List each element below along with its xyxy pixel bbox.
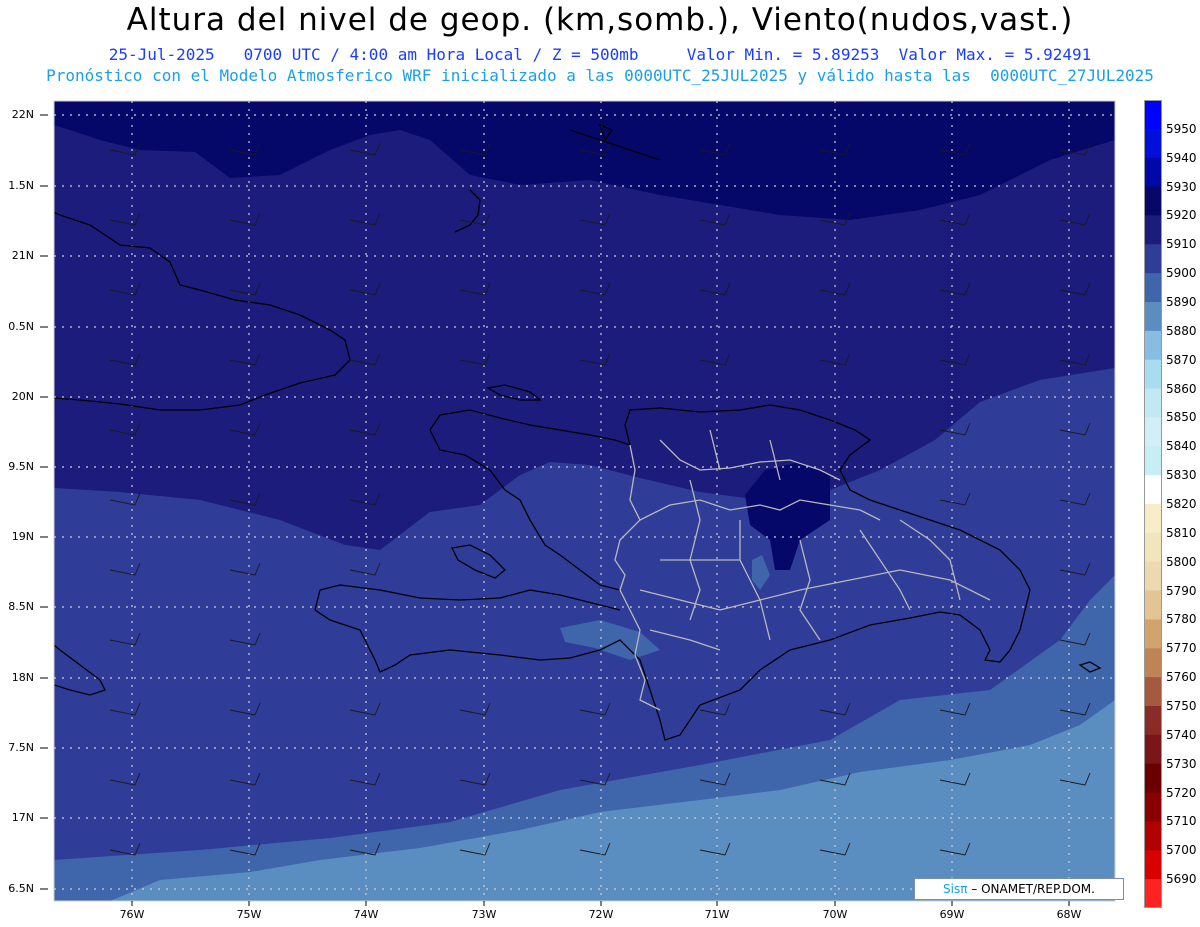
map-plot <box>40 100 1116 906</box>
legend-swatch <box>1144 475 1162 505</box>
legend-level-label: 5810 <box>1166 525 1197 540</box>
color-legend <box>1144 100 1162 908</box>
lat-label: 17N <box>11 811 34 824</box>
legend-level-label: 5950 <box>1166 121 1197 136</box>
legend-swatch <box>1144 186 1162 216</box>
legend-swatch <box>1144 648 1162 678</box>
lon-label: 70W <box>822 908 848 921</box>
lat-label: 20N <box>11 390 34 403</box>
legend-swatch <box>1144 504 1162 534</box>
legend-level-label: 5910 <box>1166 237 1197 252</box>
legend-level-label: 5780 <box>1166 612 1197 627</box>
lat-label: 22N <box>11 108 34 121</box>
lat-label: 18N <box>11 671 34 684</box>
legend-swatch <box>1144 273 1162 303</box>
legend-swatch <box>1144 302 1162 332</box>
legend-level-label: 5930 <box>1166 179 1197 194</box>
credit-text: – ONAMET/REP.DOM. <box>967 882 1095 896</box>
legend-level-label: 5710 <box>1166 814 1197 829</box>
legend-swatch <box>1144 734 1162 765</box>
legend-level-label: 5750 <box>1166 699 1197 713</box>
lat-label: 8.5N <box>8 600 34 613</box>
legend-swatch <box>1144 446 1162 476</box>
lon-label: 68W <box>1056 908 1082 921</box>
legend-level-label: 5700 <box>1166 843 1197 858</box>
legend-swatch <box>1144 619 1162 649</box>
legend-swatch <box>1144 532 1162 563</box>
legend-swatch <box>1144 677 1162 707</box>
legend-level-label: 5730 <box>1166 756 1197 771</box>
legend-level-label: 5880 <box>1166 323 1197 338</box>
lon-label: 69W <box>939 908 965 921</box>
lon-label: 76W <box>119 908 145 921</box>
legend-swatch <box>1144 100 1162 130</box>
legend-level-label: 5840 <box>1166 439 1197 454</box>
legend-level-label: 5720 <box>1166 785 1197 800</box>
legend-level-label: 5870 <box>1166 352 1197 367</box>
lat-label: 21N <box>11 249 34 262</box>
legend-swatch <box>1144 850 1162 880</box>
legend-level-label: 5890 <box>1166 295 1197 309</box>
legend-level-label: 5920 <box>1166 208 1197 223</box>
credit-box: Sisπ – ONAMET/REP.DOM. <box>914 878 1124 900</box>
legend-level-label: 5790 <box>1166 583 1197 598</box>
legend-swatch <box>1144 590 1162 620</box>
legend-level-label: 5900 <box>1166 266 1197 281</box>
legend-level-label: 5690 <box>1166 872 1197 887</box>
lon-label: 73W <box>471 908 497 921</box>
legend-level-label: 5800 <box>1166 554 1197 569</box>
legend-swatch <box>1144 157 1162 188</box>
legend-level-label: 5830 <box>1166 468 1197 483</box>
lon-label: 71W <box>704 908 730 921</box>
lon-label: 75W <box>236 908 262 921</box>
legend-swatch <box>1144 879 1162 908</box>
lon-label: 74W <box>353 908 379 921</box>
lat-label: 7.5N <box>8 741 34 754</box>
lat-label: 6.5N <box>8 882 34 895</box>
credit-brand: Sisπ <box>943 882 968 896</box>
legend-swatch <box>1144 244 1162 274</box>
legend-level-label: 5760 <box>1166 670 1197 685</box>
legend-swatch <box>1144 388 1162 418</box>
legend-level-label: 5860 <box>1166 381 1197 396</box>
lat-label: 0.5N <box>8 320 34 333</box>
legend-swatch <box>1144 330 1162 361</box>
legend-swatch <box>1144 359 1162 390</box>
lat-label: 19N <box>11 530 34 543</box>
legend-level-label: 5850 <box>1166 410 1197 425</box>
legend-swatch <box>1144 417 1162 447</box>
legend-swatch <box>1144 215 1162 245</box>
legend-swatch <box>1144 128 1162 159</box>
legend-level-label: 5770 <box>1166 641 1197 656</box>
legend-swatch <box>1144 561 1162 592</box>
lat-label: 9.5N <box>8 460 34 473</box>
legend-level-label: 5940 <box>1166 150 1197 165</box>
lon-label: 72W <box>588 908 614 921</box>
lat-label: 1.5N <box>8 179 34 192</box>
legend-swatch <box>1144 763 1162 794</box>
legend-swatch <box>1144 706 1162 736</box>
legend-swatch <box>1144 792 1162 822</box>
legend-level-label: 5740 <box>1166 727 1197 742</box>
legend-swatch <box>1144 821 1162 851</box>
legend-level-label: 5820 <box>1166 497 1197 511</box>
